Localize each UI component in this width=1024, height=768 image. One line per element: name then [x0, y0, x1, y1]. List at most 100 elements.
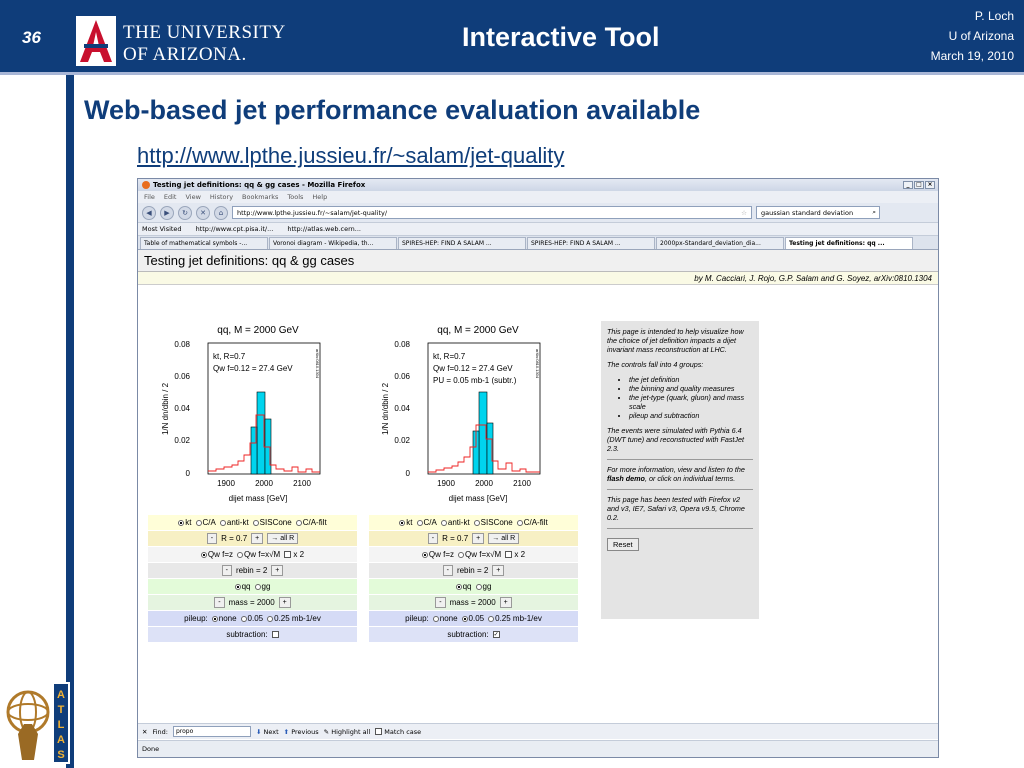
mass-row: - mass = 2000 + [148, 595, 357, 610]
mass-decrease-button[interactable]: - [214, 597, 225, 608]
algo-antikt[interactable]: anti-kt [440, 518, 470, 527]
flash-demo-link[interactable]: flash demo [607, 474, 645, 483]
flavour-gg[interactable]: gg [254, 582, 270, 591]
mass-increase-button[interactable]: + [499, 597, 512, 608]
minimize-button[interactable]: _ [903, 181, 913, 189]
algo-ca[interactable]: C/A [416, 518, 437, 527]
close-find-icon[interactable]: ✕ [142, 728, 147, 736]
find-previous-button[interactable]: ⬆ Previous [284, 728, 319, 736]
find-next-button[interactable]: ⬇ Next [256, 728, 279, 736]
pileup-025[interactable]: 0.25 mb-1/ev [267, 614, 321, 623]
find-input[interactable]: propo [172, 726, 251, 737]
algorithm-row: kt C/A anti-kt SISCone C/A-filt [369, 515, 578, 530]
pileup-none[interactable]: none [432, 614, 458, 623]
q-opt-z[interactable]: Qw f=z [421, 550, 454, 559]
y-axis-label: 1/N dn/dbin / 2 [381, 382, 390, 435]
menu-file[interactable]: File [144, 193, 155, 201]
stop-icon[interactable]: ✕ [196, 205, 210, 220]
window-title: Testing jet definitions: qq & gg cases -… [153, 181, 366, 189]
pileup-label: pileup: [184, 614, 208, 623]
subtraction-checkbox[interactable]: ✓ [492, 631, 500, 638]
menu-help[interactable]: Help [312, 193, 327, 201]
tab-std-dev[interactable]: 2000px-Standard_deviation_dia... [656, 237, 784, 249]
flavour-qq[interactable]: qq [455, 582, 472, 591]
tab-spires-2[interactable]: SPIRES-HEP: FIND A SALAM ... [527, 237, 655, 249]
tab-math-symbols[interactable]: Table of mathematical symbols -... [140, 237, 268, 249]
highlight-all-button[interactable]: ✎ Highlight all [324, 728, 371, 736]
rebin-increase-button[interactable]: + [271, 565, 284, 576]
menu-bookmarks[interactable]: Bookmarks [242, 193, 278, 201]
radius-value: R = 0.7 [442, 534, 469, 543]
menu-history[interactable]: History [210, 193, 233, 201]
tab-spires-1[interactable]: SPIRES-HEP: FIND A SALAM ... [398, 237, 526, 249]
algo-kt[interactable]: kt [399, 518, 413, 527]
tab-jet-definitions[interactable]: Testing jet definitions: qq ... [785, 237, 913, 249]
rebin-decrease-button[interactable]: - [221, 565, 232, 576]
x2-checkbox[interactable]: x 2 [505, 550, 525, 559]
window-titlebar: Testing jet definitions: qq & gg cases -… [138, 179, 938, 191]
all-r-button[interactable]: → all R [267, 533, 299, 544]
address-bar[interactable]: http://www.lpthe.jussieu.fr/~salam/jet-q… [232, 206, 752, 219]
home-icon[interactable]: ⌂ [214, 205, 228, 220]
bookmark-pisa[interactable]: http://www.cpt.pisa.it/... [196, 225, 274, 233]
mass-decrease-button[interactable]: - [435, 597, 446, 608]
list-item: pileup and subtraction [629, 411, 753, 420]
arrow-up-icon: ⬆ [283, 727, 290, 736]
menu-view[interactable]: View [185, 193, 200, 201]
bookmark-atlas[interactable]: http://atlas.web.cern... [287, 225, 361, 233]
mass-row: - mass = 2000 + [369, 595, 578, 610]
algo-antikt[interactable]: anti-kt [219, 518, 249, 527]
algo-ca-filt[interactable]: C/A-filt [516, 518, 548, 527]
tab-voronoi[interactable]: Voronoi diagram - Wikipedia, th... [269, 237, 397, 249]
svg-text:A: A [57, 734, 65, 746]
reload-icon[interactable]: ↻ [178, 205, 192, 220]
match-case-checkbox[interactable]: Match case [375, 728, 421, 736]
maximize-button[interactable]: □ [914, 181, 924, 189]
q-opt-x[interactable]: Qw f=x√M [237, 550, 280, 559]
pileup-025[interactable]: 0.25 mb-1/ev [488, 614, 542, 623]
rebin-decrease-button[interactable]: - [442, 565, 453, 576]
rebin-increase-button[interactable]: + [492, 565, 505, 576]
algo-ca-filt[interactable]: C/A-filt [295, 518, 327, 527]
radius-decrease-button[interactable]: - [206, 533, 218, 544]
search-icon[interactable]: ⌕ [872, 208, 879, 217]
reset-button[interactable]: Reset [607, 538, 639, 551]
forward-button[interactable]: ▶ [160, 205, 174, 220]
bookmark-most-visited[interactable]: Most Visited [142, 225, 182, 233]
y-tick: 0.06 [174, 372, 190, 381]
algo-siscone[interactable]: SISCone [252, 518, 292, 527]
radius-decrease-button[interactable]: - [427, 533, 439, 544]
radius-increase-button[interactable]: + [251, 533, 264, 544]
algo-ca[interactable]: C/A [195, 518, 216, 527]
bookmark-star-icon[interactable]: ☆ [741, 209, 751, 217]
y-tick: 0 [186, 469, 191, 478]
y-axis-label: 1/N dn/dbin / 2 [161, 382, 170, 435]
mass-increase-button[interactable]: + [278, 597, 291, 608]
flavour-gg[interactable]: gg [475, 582, 491, 591]
radius-increase-button[interactable]: + [472, 533, 485, 544]
pileup-005[interactable]: 0.05 [240, 614, 263, 623]
menu-tools[interactable]: Tools [287, 193, 303, 201]
rebin-row: - rebin = 2 + [148, 563, 357, 578]
q-opt-x[interactable]: Qw f=x√M [458, 550, 501, 559]
subtraction-row: subtraction: [148, 627, 357, 642]
algo-siscone[interactable]: SISCone [473, 518, 513, 527]
x2-checkbox[interactable]: x 2 [284, 550, 304, 559]
q-opt-z[interactable]: Qw f=z [200, 550, 233, 559]
algo-kt[interactable]: kt [178, 518, 192, 527]
x-tick: 2100 [513, 479, 531, 488]
svg-text:A: A [57, 689, 65, 701]
slide-title: Interactive Tool [462, 22, 660, 52]
all-r-button[interactable]: → all R [488, 533, 520, 544]
close-button[interactable]: × [925, 181, 935, 189]
jet-quality-link[interactable]: http://www.lpthe.jussieu.fr/~salam/jet-q… [137, 143, 564, 169]
pileup-none[interactable]: none [211, 614, 237, 623]
menu-edit[interactable]: Edit [164, 193, 177, 201]
list-item: the binning and quality measures [629, 384, 753, 393]
status-bar: Done [138, 740, 938, 757]
flavour-qq[interactable]: qq [234, 582, 251, 591]
back-button[interactable]: ◀ [142, 205, 156, 220]
pileup-005[interactable]: 0.05 [461, 614, 484, 623]
search-box[interactable]: gaussian standard deviation ⌕ [756, 206, 880, 219]
subtraction-checkbox[interactable] [271, 631, 279, 638]
